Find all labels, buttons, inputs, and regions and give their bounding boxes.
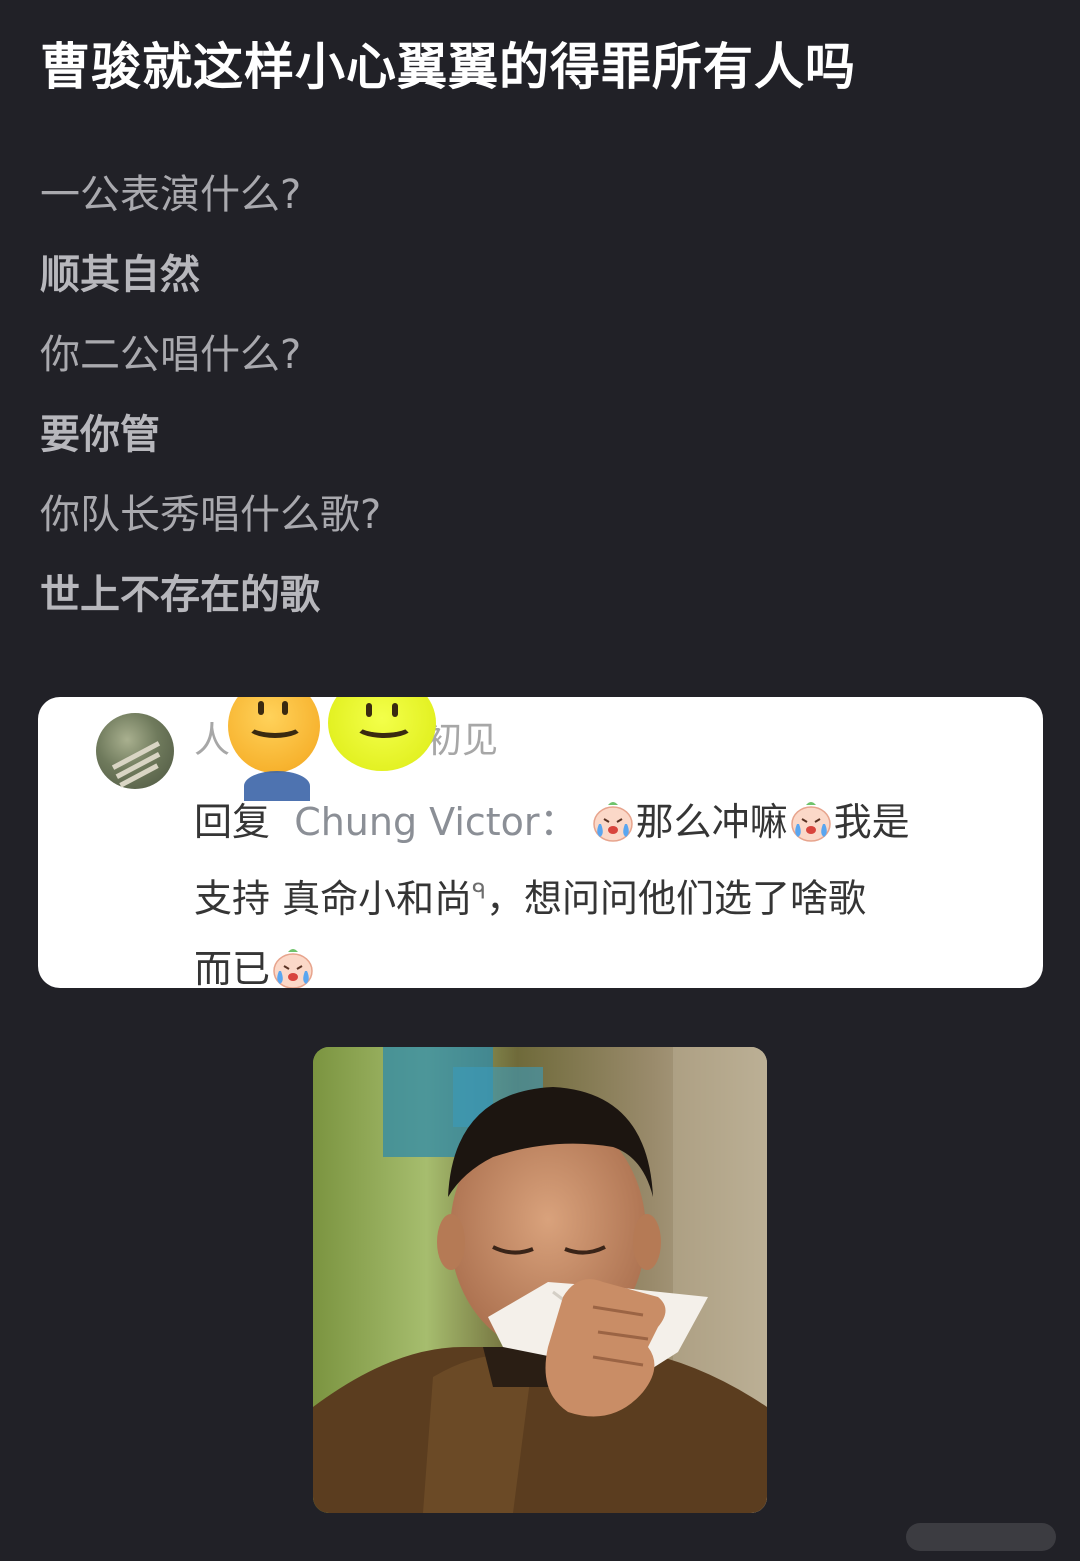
- dialogue-line: 世上不存在的歌: [40, 572, 320, 618]
- search-link-icon: ᑫ: [472, 879, 486, 904]
- topic-link[interactable]: 真命小和尚ᑫ: [282, 877, 486, 921]
- username-end: 初见: [426, 720, 499, 761]
- crying-face-emoji-icon: [590, 795, 636, 842]
- post-page: 曹骏就这样小心翼翼的得罪所有人吗 一公表演什么? 顺其自然 你二公唱什么? 要你…: [0, 0, 1080, 1561]
- post-title: 曹骏就这样小心翼翼的得罪所有人吗: [40, 38, 856, 96]
- reply-prefix: 回复: [194, 800, 271, 844]
- dialogue-line: 一公表演什么?: [40, 172, 302, 218]
- reply-mention[interactable]: Chung Victor：: [294, 800, 577, 844]
- comment-segment: ，想问问他们选了啥歌: [485, 876, 866, 921]
- dialogue-line: 你队长秀唱什么歌?: [40, 492, 382, 538]
- comment-text: 回复 Chung Victor： 那么冲嘛 我是 支持 真命小和尚ᑫ，想问问他们…: [194, 787, 1014, 988]
- dialogue-block: 一公表演什么? 顺其自然 你二公唱什么? 要你管 你队长秀唱什么歌? 世上不存在…: [40, 160, 1040, 640]
- dialogue-line: 你二公唱什么?: [40, 332, 302, 378]
- comment-segment: 那么冲嘛: [635, 800, 788, 844]
- comment-segment: 支持: [194, 876, 271, 921]
- crying-face-emoji-icon: [788, 795, 834, 842]
- dialogue-line: 顺其自然: [40, 252, 200, 298]
- comment-segment: 而已: [194, 946, 271, 988]
- man-wiping-tears-image: [313, 1047, 767, 1513]
- landscape-avatar-icon: [96, 713, 174, 789]
- watermark-icon: [906, 1523, 1056, 1551]
- username-start: 人: [194, 720, 231, 761]
- comment-screenshot: 人 初见 回复 Chung Victor： 那么冲嘛 我是 支持 真命小和尚ᑫ，想…: [38, 697, 1043, 988]
- dialogue-line: 要你管: [40, 412, 160, 458]
- crying-face-emoji-icon: [270, 942, 316, 988]
- comment-segment: 我是: [833, 800, 910, 844]
